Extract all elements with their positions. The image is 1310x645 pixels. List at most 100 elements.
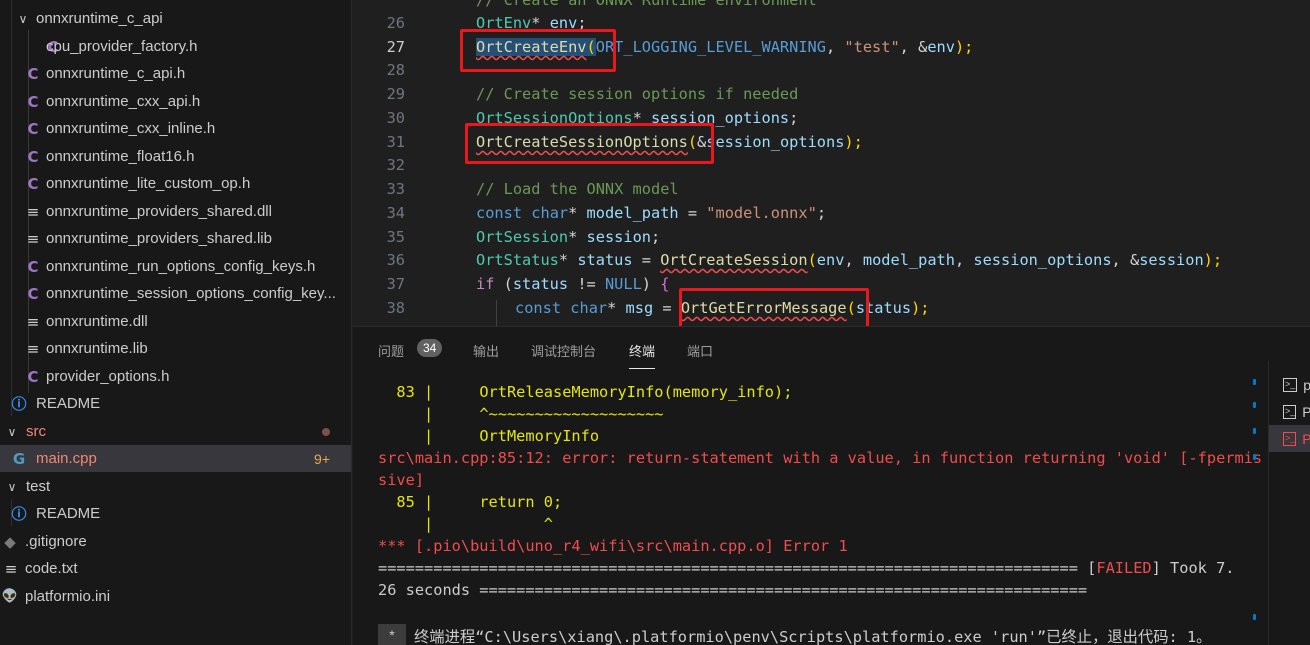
code-token: session [586,227,651,246]
tree-file[interactable]: C onnxruntime_float16.h [0,143,351,170]
tree-file[interactable]: C onnxruntime_c_api.h [0,60,351,87]
tab-debug-console[interactable]: 调试控制台 [531,341,596,360]
terminal-line: 85 | return 0; [378,493,562,515]
code-token: ; [789,108,799,127]
tree-file[interactable]: C onnxruntime_lite_custom_op.h [0,170,351,197]
terminal-line: ========================================… [378,559,1235,581]
terminal-list-item[interactable]: >_ P [1269,425,1310,452]
platformio-icon: 👽 [1,589,19,604]
code-editor[interactable]: // Create an ONNX Runtime environment 26… [353,0,1310,326]
tree-label: src [26,423,46,440]
terminal-line: *** [.pio\build\uno_r4_wifi\src\main.cpp… [378,537,848,555]
code-token: * [568,203,587,222]
code-token: NULL [604,274,642,293]
terminal-list-item[interactable]: >_ p [1269,371,1310,398]
text-file-icon: ≡ [26,312,40,331]
c-file-icon: C [27,174,39,193]
code-token: "test" [844,37,900,56]
tree-file[interactable]: ⓘ README [0,500,351,527]
line-number: 36 [386,250,405,269]
line-number: 34 [386,203,405,222]
scroll-marker [1253,614,1256,620]
text-file-icon: ≡ [26,229,40,248]
tree-file[interactable]: C onnxruntime_run_options_config_keys.h [0,253,351,280]
tree-file[interactable]: ≡ onnxruntime_providers_shared.lib [0,225,351,252]
tab-output[interactable]: 输出 [473,341,499,360]
terminal-text: Took 7. [1160,559,1235,577]
tree-file[interactable]: C cpu_provider_factory.h [0,33,351,60]
tree-label: platformio.ini [25,588,111,605]
terminal-list-label: P [1302,431,1310,447]
tab-ports[interactable]: 端口 [687,341,713,360]
code-token: != [568,274,605,293]
tree-file[interactable]: ⓘ README [0,390,351,417]
tree-label: onnxruntime_cxx_api.h [46,93,201,110]
line-number: 31 [386,132,405,151]
scroll-marker [1253,379,1256,385]
terminal-list-item[interactable]: >_ P [1269,398,1310,425]
tree-file[interactable]: ≡ onnxruntime.dll [0,308,351,335]
code-line: 35 OrtSession* session; [353,225,1310,249]
terminal-text: [ [1087,559,1097,577]
tree-file[interactable]: ◆ .gitignore [0,528,351,555]
terminal-exit-marker: * [378,624,406,645]
tree-label: cpu_provider_factory.h [46,38,198,55]
terminal-text: | [414,383,434,401]
code-token: = [632,250,661,269]
code-token: OrtSession [476,227,569,246]
tree-label: onnxruntime_providers_shared.dll [46,203,272,220]
code-token: , [825,37,845,56]
tree-file[interactable]: ≡ code.txt [0,555,351,582]
terminal-text: OrtReleaseMemoryInfo(memory_info); [433,383,793,401]
tree-file[interactable]: C onnxruntime_cxx_inline.h [0,115,351,142]
code-line: 36 OrtStatus* status = OrtCreateSession(… [353,248,1310,272]
tree-folder-onnxruntime-c-api[interactable]: ∨ onnxruntime_c_api [0,5,351,32]
line-number: 30 [386,108,405,127]
tree-label: onnxruntime.lib [46,340,148,357]
code-token: ; [651,227,661,246]
tree-file[interactable]: C onnxruntime_session_options_config_key… [0,280,351,307]
code-token: session [1139,250,1204,269]
code-token: status [577,250,633,269]
tree-label: onnxruntime_c_api [36,10,163,27]
code-token: model_path [862,250,955,269]
code-line: 29 // Create session options if needed [353,82,1310,106]
code-token: ); [911,298,930,317]
tree-folder-test[interactable]: ∨ test [0,473,351,500]
code-token: ); [954,37,974,56]
tree-file[interactable]: 👽 platformio.ini [0,583,351,610]
tree-file-main-cpp[interactable]: G main.cpp 9+ [0,445,351,472]
code-token: model_path [586,203,679,222]
tree-folder-src[interactable]: ∨ src [0,418,351,445]
terminal-line: | OrtMemoryInfo [378,427,599,449]
tree-label: onnxruntime_lite_custom_op.h [46,175,251,192]
tree-file[interactable]: ≡ onnxruntime_providers_shared.dll [0,198,351,225]
terminal-exit-message: 终端进程“C:\Users\xiang\.platformio\penv\Scr… [414,628,1212,645]
code-line: 34 const char* model_path = "model.onnx"… [353,201,1310,225]
tree-label: README [36,505,101,522]
code-token: session_options [973,250,1112,269]
terminal-line: src\main.cpp:85:12: error: return-statem… [378,449,1263,467]
scroll-marker [1253,454,1256,460]
tree-label: provider_options.h [46,368,170,385]
code-token: OrtStatus [476,250,559,269]
c-file-icon: C [27,257,39,276]
terminal-list: >_ p >_ P >_ P [1268,361,1310,645]
tree-file[interactable]: C provider_options.h [0,363,351,390]
code-token: ; [816,203,827,222]
tab-problems[interactable]: 问题 [378,341,404,360]
chevron-down-icon: ∨ [18,11,28,26]
tree-label: onnxruntime_providers_shared.lib [46,230,272,247]
code-token: env [816,250,845,269]
code-token: , [844,250,863,269]
modified-dot-icon [322,427,330,436]
tree-label: README [36,395,101,412]
tab-terminal[interactable]: 终端 [629,341,656,369]
text-file-icon: ≡ [26,202,40,221]
terminal-icon: >_ [1283,377,1298,392]
terminal-text: OrtMemoryInfo [433,427,600,445]
c-file-icon: C [27,119,39,138]
tree-file[interactable]: C onnxruntime_cxx_api.h [0,88,351,115]
tree-file[interactable]: ≡ onnxruntime.lib [0,335,351,362]
terminal-text: | [414,493,434,511]
